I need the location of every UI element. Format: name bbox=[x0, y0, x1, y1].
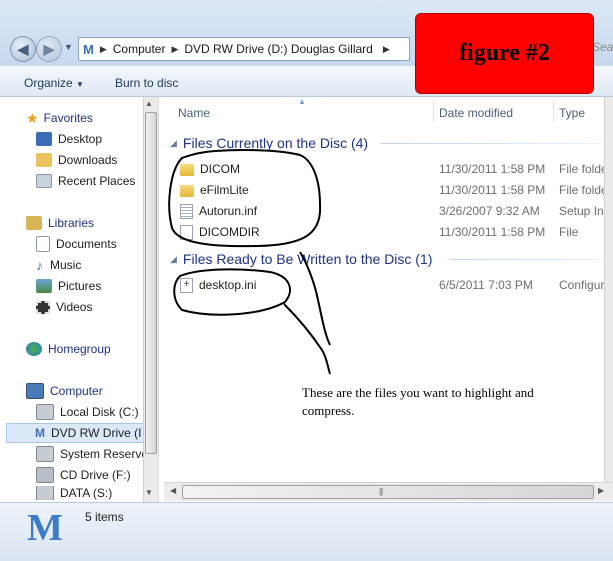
figure-label: figure #2 bbox=[415, 13, 594, 94]
item-count: 5 items bbox=[85, 510, 124, 524]
scroll-left-icon[interactable]: ◀ bbox=[170, 486, 176, 495]
circle-stroke-current-files bbox=[168, 149, 322, 248]
drive-logo-large-icon: M bbox=[27, 507, 63, 549]
content-scrollbar[interactable] bbox=[604, 97, 613, 482]
annotation-note: These are the files you want to highligh… bbox=[302, 385, 534, 418]
connector-stroke-upper bbox=[299, 251, 331, 346]
scroll-right-icon[interactable]: ▶ bbox=[598, 486, 604, 495]
grip-icon: ||| bbox=[379, 487, 383, 496]
horizontal-scroll-thumb[interactable] bbox=[182, 485, 594, 499]
circle-stroke-pending-file bbox=[173, 268, 291, 316]
connector-stroke bbox=[283, 303, 331, 375]
